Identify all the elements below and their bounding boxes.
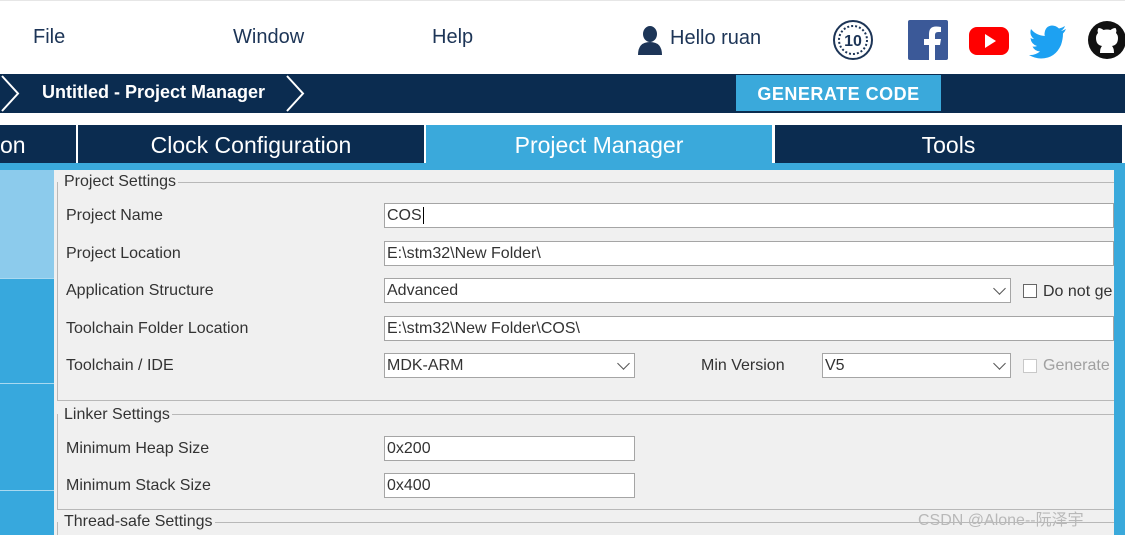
breadcrumb-title[interactable]: Untitled - Project Manager [42, 82, 265, 103]
group-border-left [57, 522, 58, 535]
generate-label: Generate [1043, 357, 1110, 374]
application-structure-select[interactable]: Advanced [384, 278, 1011, 303]
facebook-icon[interactable] [908, 20, 948, 60]
application-structure-value: Advanced [387, 282, 459, 299]
do-not-generate-checkbox[interactable] [1023, 284, 1037, 298]
watermark: CSDN @Alone--阮泽宇 [918, 512, 1084, 529]
min-heap-size-label: Minimum Heap Size [66, 440, 210, 457]
user-greeting[interactable]: Hello ruan [670, 27, 761, 50]
menu-help[interactable]: Help [432, 26, 473, 49]
twitter-icon[interactable] [1028, 20, 1068, 60]
svg-text:10: 10 [844, 33, 862, 50]
menu-window[interactable]: Window [233, 26, 304, 49]
generate-code-button[interactable]: GENERATE CODE [736, 75, 941, 111]
anniversary-10-badge-icon[interactable]: 10 [833, 20, 873, 60]
min-stack-size-input[interactable]: 0x400 [384, 473, 635, 498]
tab-underline [0, 163, 1125, 170]
side-panel-advanced-settings[interactable] [0, 383, 54, 491]
group-border-top [62, 182, 1114, 183]
group-border-left [57, 414, 58, 509]
tab-label: on [0, 132, 26, 158]
project-location-label: Project Location [66, 245, 181, 262]
chevron-down-icon [993, 282, 1006, 295]
menu-bar [0, 0, 1125, 74]
side-panel-code-generator[interactable] [0, 278, 54, 384]
breadcrumb-chevron-icon [0, 74, 30, 118]
menu-file[interactable]: File [33, 26, 65, 49]
chevron-down-icon [617, 357, 630, 370]
min-version-value: V5 [825, 357, 845, 374]
project-name-value: COS [387, 207, 422, 224]
project-settings-title: Project Settings [62, 173, 179, 191]
generate-checkbox[interactable] [1023, 359, 1037, 373]
user-icon[interactable] [636, 25, 664, 55]
min-version-select[interactable]: V5 [822, 353, 1011, 378]
thread-safe-settings-title: Thread-safe Settings [62, 513, 215, 531]
min-heap-size-input[interactable]: 0x200 [384, 436, 635, 461]
group-border-top [62, 414, 1114, 415]
group-border-bottom [57, 400, 1114, 401]
tab-label: Tools [921, 132, 976, 158]
toolchain-folder-label: Toolchain Folder Location [66, 320, 249, 337]
github-icon[interactable] [1087, 20, 1125, 60]
do-not-generate-label: Do not ge [1043, 283, 1113, 300]
toolchain-ide-label: Toolchain / IDE [66, 357, 174, 374]
youtube-icon[interactable] [968, 20, 1009, 60]
tab-clock-configuration[interactable]: Clock Configuration [78, 125, 424, 163]
text-caret [422, 207, 424, 225]
tab-pinout-configuration[interactable]: on [0, 125, 76, 163]
tab-gap [0, 113, 1125, 125]
chevron-down-icon [993, 357, 1006, 370]
tab-project-manager[interactable]: Project Manager [426, 125, 772, 163]
project-name-label: Project Name [66, 207, 163, 224]
scrollbar[interactable] [1114, 170, 1125, 535]
toolchain-ide-select[interactable]: MDK-ARM [384, 353, 635, 378]
project-location-input[interactable]: E:\stm32\New Folder\ [384, 241, 1114, 266]
tab-label: Project Manager [514, 132, 684, 158]
min-stack-size-label: Minimum Stack Size [66, 477, 211, 494]
linker-settings-title: Linker Settings [62, 406, 172, 424]
group-border-left [57, 182, 58, 400]
toolchain-ide-value: MDK-ARM [387, 357, 464, 374]
application-structure-label: Application Structure [66, 282, 214, 299]
project-name-input[interactable]: COS [384, 203, 1114, 228]
side-panel-project[interactable] [0, 170, 54, 279]
tab-label: Clock Configuration [150, 132, 352, 158]
breadcrumb-chevron-icon [284, 74, 314, 118]
toolchain-folder-input[interactable]: E:\stm32\New Folder\COS\ [384, 316, 1114, 341]
tab-tools[interactable]: Tools [775, 125, 1122, 163]
min-version-label: Min Version [701, 357, 785, 374]
